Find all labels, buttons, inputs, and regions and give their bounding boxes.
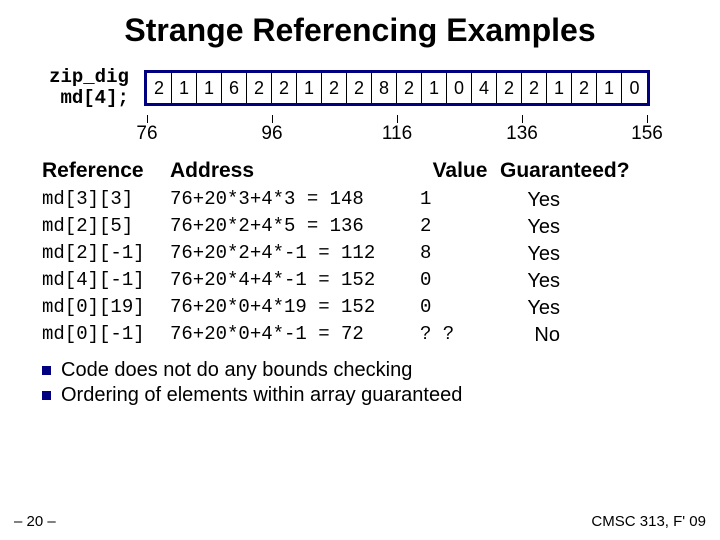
memory-cell: 8	[372, 73, 397, 103]
cell-guaranteed: No	[500, 322, 570, 349]
memory-cell: 2	[322, 73, 347, 103]
bullet-list: Code does not do any bounds checking Ord…	[42, 359, 720, 407]
array-declaration-row: zip_dig md[4]; 21162212282104221210	[0, 67, 720, 109]
cell-value: 1	[420, 187, 500, 214]
address-label: 116	[382, 123, 412, 145]
memory-cell: 2	[397, 73, 422, 103]
address-tick	[272, 115, 273, 123]
address-label: 96	[261, 123, 282, 145]
header-reference: Reference	[42, 159, 170, 183]
header-address: Address	[170, 159, 420, 183]
cell-reference: md[4][-1]	[42, 268, 170, 295]
slide-number: – 20 –	[14, 513, 56, 530]
header-value: Value	[420, 159, 500, 183]
memory-cell: 2	[497, 73, 522, 103]
cell-value: 0	[420, 268, 500, 295]
bullet-square-icon	[42, 391, 51, 400]
bullet-square-icon	[42, 366, 51, 375]
memory-cell: 4	[472, 73, 497, 103]
memory-cell: 1	[547, 73, 572, 103]
address-row: 7696116136156	[144, 115, 720, 149]
table-header: Reference Address Value Guaranteed?	[42, 159, 720, 183]
memory-cell: 1	[172, 73, 197, 103]
memory-cell: 2	[272, 73, 297, 103]
cell-address: 76+20*0+4*19 = 152	[170, 295, 420, 322]
memory-cell: 1	[597, 73, 622, 103]
address-label: 76	[136, 123, 157, 145]
table-row: md[0][-1]76+20*0+4*-1 = 72? ?No	[42, 322, 720, 349]
cell-address: 76+20*2+4*5 = 136	[170, 214, 420, 241]
address-tick	[522, 115, 523, 123]
memory-grid: 21162212282104221210	[144, 70, 650, 106]
table-row: md[3][3]76+20*3+4*3 = 1481Yes	[42, 187, 720, 214]
table-row: md[2][-1]76+20*2+4*-1 = 1128Yes	[42, 241, 720, 268]
memory-cell: 1	[197, 73, 222, 103]
cell-address: 76+20*4+4*-1 = 152	[170, 268, 420, 295]
array-declaration: zip_dig md[4];	[34, 67, 144, 109]
cell-guaranteed: Yes	[500, 214, 570, 241]
memory-cell: 2	[247, 73, 272, 103]
cell-guaranteed: Yes	[500, 268, 570, 295]
cell-reference: md[2][5]	[42, 214, 170, 241]
table-row: md[4][-1]76+20*4+4*-1 = 1520Yes	[42, 268, 720, 295]
cell-address: 76+20*0+4*-1 = 72	[170, 322, 420, 349]
address-tick	[397, 115, 398, 123]
address-tick	[147, 115, 148, 123]
cell-guaranteed: Yes	[500, 187, 570, 214]
address-label: 136	[506, 123, 538, 145]
cell-value: 0	[420, 295, 500, 322]
cell-value: ? ?	[420, 322, 500, 349]
table-row: md[0][19]76+20*0+4*19 = 1520Yes	[42, 295, 720, 322]
reference-table: Reference Address Value Guaranteed? md[3…	[42, 159, 720, 349]
memory-cell: 2	[522, 73, 547, 103]
cell-guaranteed: Yes	[500, 295, 570, 322]
cell-reference: md[0][19]	[42, 295, 170, 322]
memory-cell: 1	[297, 73, 322, 103]
bullet-text: Ordering of elements within array guaran…	[61, 384, 462, 407]
course-label: CMSC 313, F' 09	[591, 513, 706, 530]
memory-cell: 0	[622, 73, 647, 103]
bullet-item: Code does not do any bounds checking	[42, 359, 720, 382]
bullet-item: Ordering of elements within array guaran…	[42, 384, 720, 407]
memory-cell: 2	[147, 73, 172, 103]
address-tick	[647, 115, 648, 123]
header-guaranteed: Guaranteed?	[500, 159, 640, 183]
slide-title: Strange Referencing Examples	[0, 0, 720, 49]
memory-cell: 0	[447, 73, 472, 103]
cell-reference: md[2][-1]	[42, 241, 170, 268]
cell-value: 8	[420, 241, 500, 268]
memory-cell: 2	[347, 73, 372, 103]
cell-address: 76+20*2+4*-1 = 112	[170, 241, 420, 268]
cell-reference: md[0][-1]	[42, 322, 170, 349]
cell-value: 2	[420, 214, 500, 241]
cell-guaranteed: Yes	[500, 241, 570, 268]
memory-cell: 2	[572, 73, 597, 103]
bullet-text: Code does not do any bounds checking	[61, 359, 412, 382]
address-label: 156	[631, 123, 663, 145]
memory-cell: 1	[422, 73, 447, 103]
cell-reference: md[3][3]	[42, 187, 170, 214]
cell-address: 76+20*3+4*3 = 148	[170, 187, 420, 214]
table-row: md[2][5]76+20*2+4*5 = 1362Yes	[42, 214, 720, 241]
memory-cell: 6	[222, 73, 247, 103]
